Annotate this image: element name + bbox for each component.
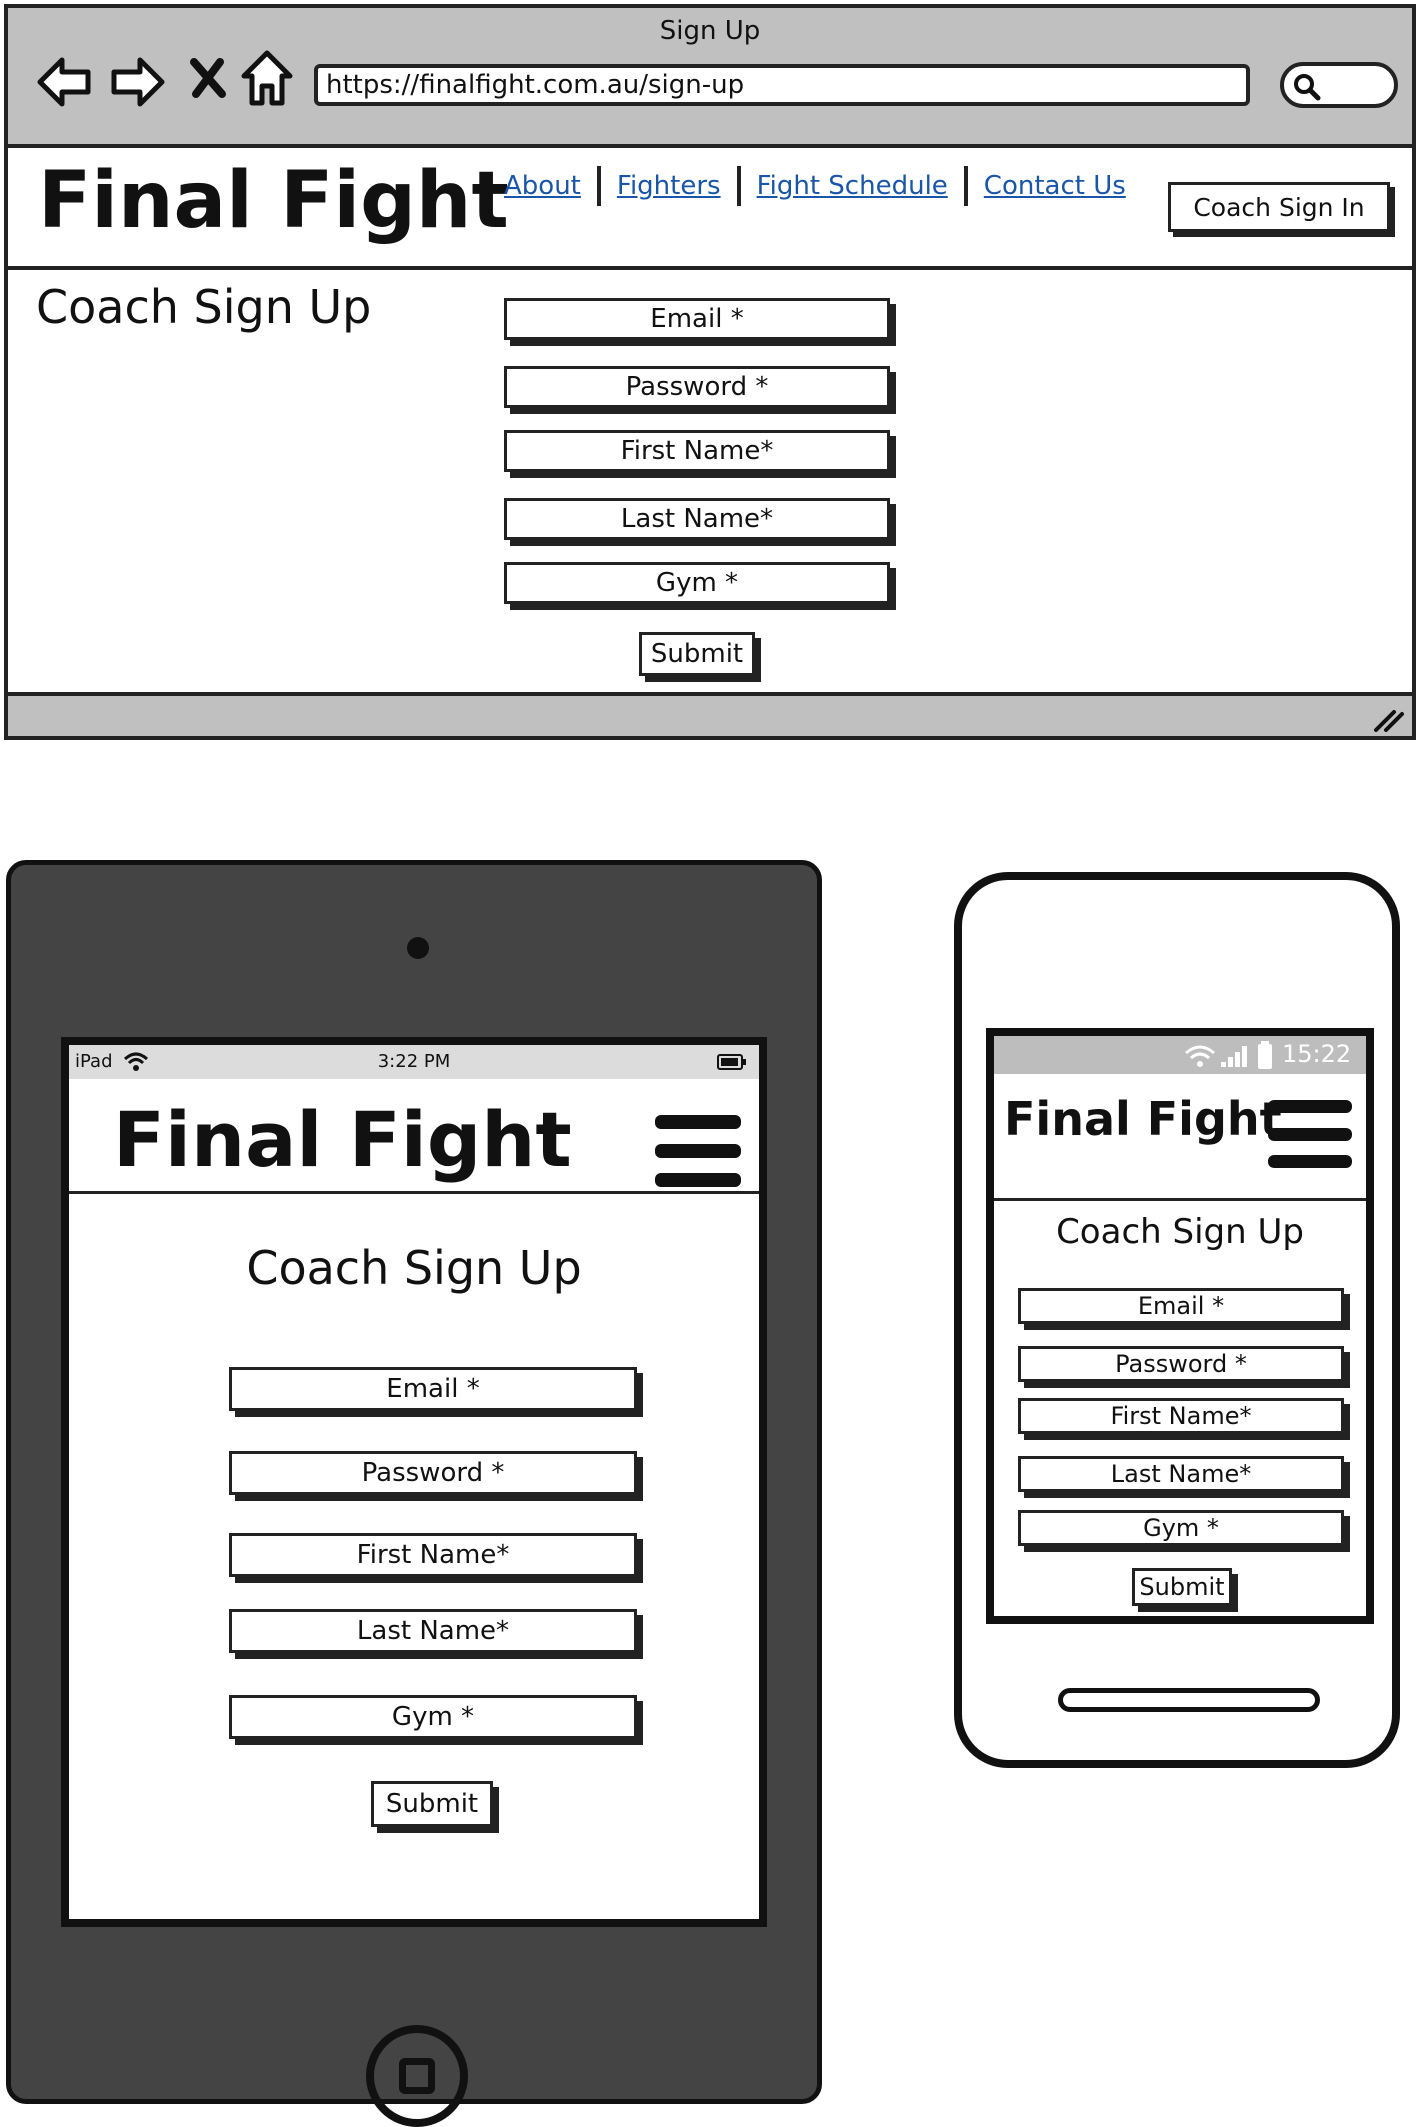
site-title: Final Fight (113, 1095, 572, 1184)
phone-home-bar (1058, 1688, 1320, 1712)
battery-icon (1258, 1041, 1272, 1069)
last-name-field[interactable]: Last Name* (229, 1609, 637, 1653)
window-title: Sign Up (659, 16, 761, 46)
nav-separator (596, 166, 601, 206)
site-title: Final Fight (38, 156, 509, 246)
header-divider (8, 266, 1412, 270)
search-icon (1294, 74, 1321, 101)
email-field[interactable]: Email * (504, 298, 890, 340)
last-name-field[interactable]: Last Name* (1018, 1456, 1344, 1492)
page-title: Coach Sign Up (36, 280, 372, 334)
wifi-icon (1185, 1045, 1215, 1067)
main-nav: About Fighters Fight Schedule Contact Us (504, 166, 1126, 206)
hamburger-menu-icon[interactable] (1268, 1100, 1352, 1168)
menu-bar (655, 1173, 741, 1187)
home-button[interactable] (366, 2025, 468, 2127)
browser-toolbar: Sign Up https://finalfight.com.au/sign-u… (8, 8, 1412, 148)
forward-arrow-icon[interactable] (108, 52, 168, 112)
close-icon[interactable] (188, 56, 228, 100)
nav-link-about[interactable]: About (504, 171, 581, 201)
tablet-device: iPad 3:22 PM Final Fight Coach Sign Up E… (6, 860, 822, 2127)
page-title: Coach Sign Up (246, 1241, 582, 1295)
menu-bar (655, 1144, 741, 1158)
browser-search-box[interactable] (1280, 62, 1398, 108)
menu-bar (1268, 1100, 1352, 1113)
email-field[interactable]: Email * (229, 1367, 637, 1411)
page-title: Coach Sign Up (1056, 1212, 1304, 1252)
resize-grip-icon[interactable] (1372, 702, 1406, 734)
coach-sign-in-button[interactable]: Coach Sign In (1168, 182, 1390, 232)
submit-button[interactable]: Submit (639, 632, 755, 676)
header-divider (994, 1198, 1366, 1201)
back-arrow-icon[interactable] (34, 52, 94, 112)
submit-button[interactable]: Submit (1132, 1568, 1232, 1606)
gym-field[interactable]: Gym * (504, 562, 890, 604)
gym-field[interactable]: Gym * (229, 1695, 637, 1739)
password-field[interactable]: Password * (229, 1451, 637, 1495)
phone-device: 15:22 Final Fight Coach Sign Up Email * … (954, 872, 1400, 1768)
submit-button[interactable]: Submit (371, 1781, 493, 1827)
browser-status-bar (8, 692, 1412, 736)
hamburger-menu-icon[interactable] (655, 1115, 741, 1187)
nav-link-fight-schedule[interactable]: Fight Schedule (757, 171, 948, 201)
menu-bar (655, 1115, 741, 1129)
nav-separator (963, 166, 968, 206)
nav-link-fighters[interactable]: Fighters (617, 171, 721, 201)
email-field[interactable]: Email * (1018, 1288, 1344, 1324)
password-field[interactable]: Password * (504, 366, 890, 408)
site-title: Final Fight (1004, 1092, 1282, 1146)
first-name-field[interactable]: First Name* (229, 1533, 637, 1577)
url-input[interactable]: https://finalfight.com.au/sign-up (314, 64, 1250, 106)
tablet-screen: iPad 3:22 PM Final Fight Coach Sign Up E… (61, 1037, 767, 1927)
home-icon[interactable] (240, 48, 294, 108)
menu-bar (1268, 1127, 1352, 1141)
phone-status-bar: 15:22 (994, 1036, 1366, 1074)
status-time: 3:22 PM (377, 1051, 451, 1072)
first-name-field[interactable]: First Name* (504, 430, 890, 472)
last-name-field[interactable]: Last Name* (504, 498, 890, 540)
password-field[interactable]: Password * (1018, 1346, 1344, 1382)
nav-link-contact-us[interactable]: Contact Us (984, 171, 1126, 201)
browser-window: Sign Up https://finalfight.com.au/sign-u… (4, 4, 1416, 740)
tablet-status-bar: iPad 3:22 PM (69, 1045, 759, 1079)
battery-icon (717, 1054, 746, 1070)
gym-field[interactable]: Gym * (1018, 1510, 1344, 1546)
header-divider (69, 1191, 759, 1194)
camera-dot (407, 937, 429, 959)
home-button-square (399, 2058, 435, 2094)
nav-separator (736, 166, 741, 206)
phone-screen: 15:22 Final Fight Coach Sign Up Email * … (986, 1028, 1374, 1624)
status-time: 15:22 (1282, 1040, 1352, 1068)
first-name-field[interactable]: First Name* (1018, 1398, 1344, 1434)
signal-icon (1221, 1046, 1247, 1067)
menu-bar (1268, 1155, 1352, 1168)
